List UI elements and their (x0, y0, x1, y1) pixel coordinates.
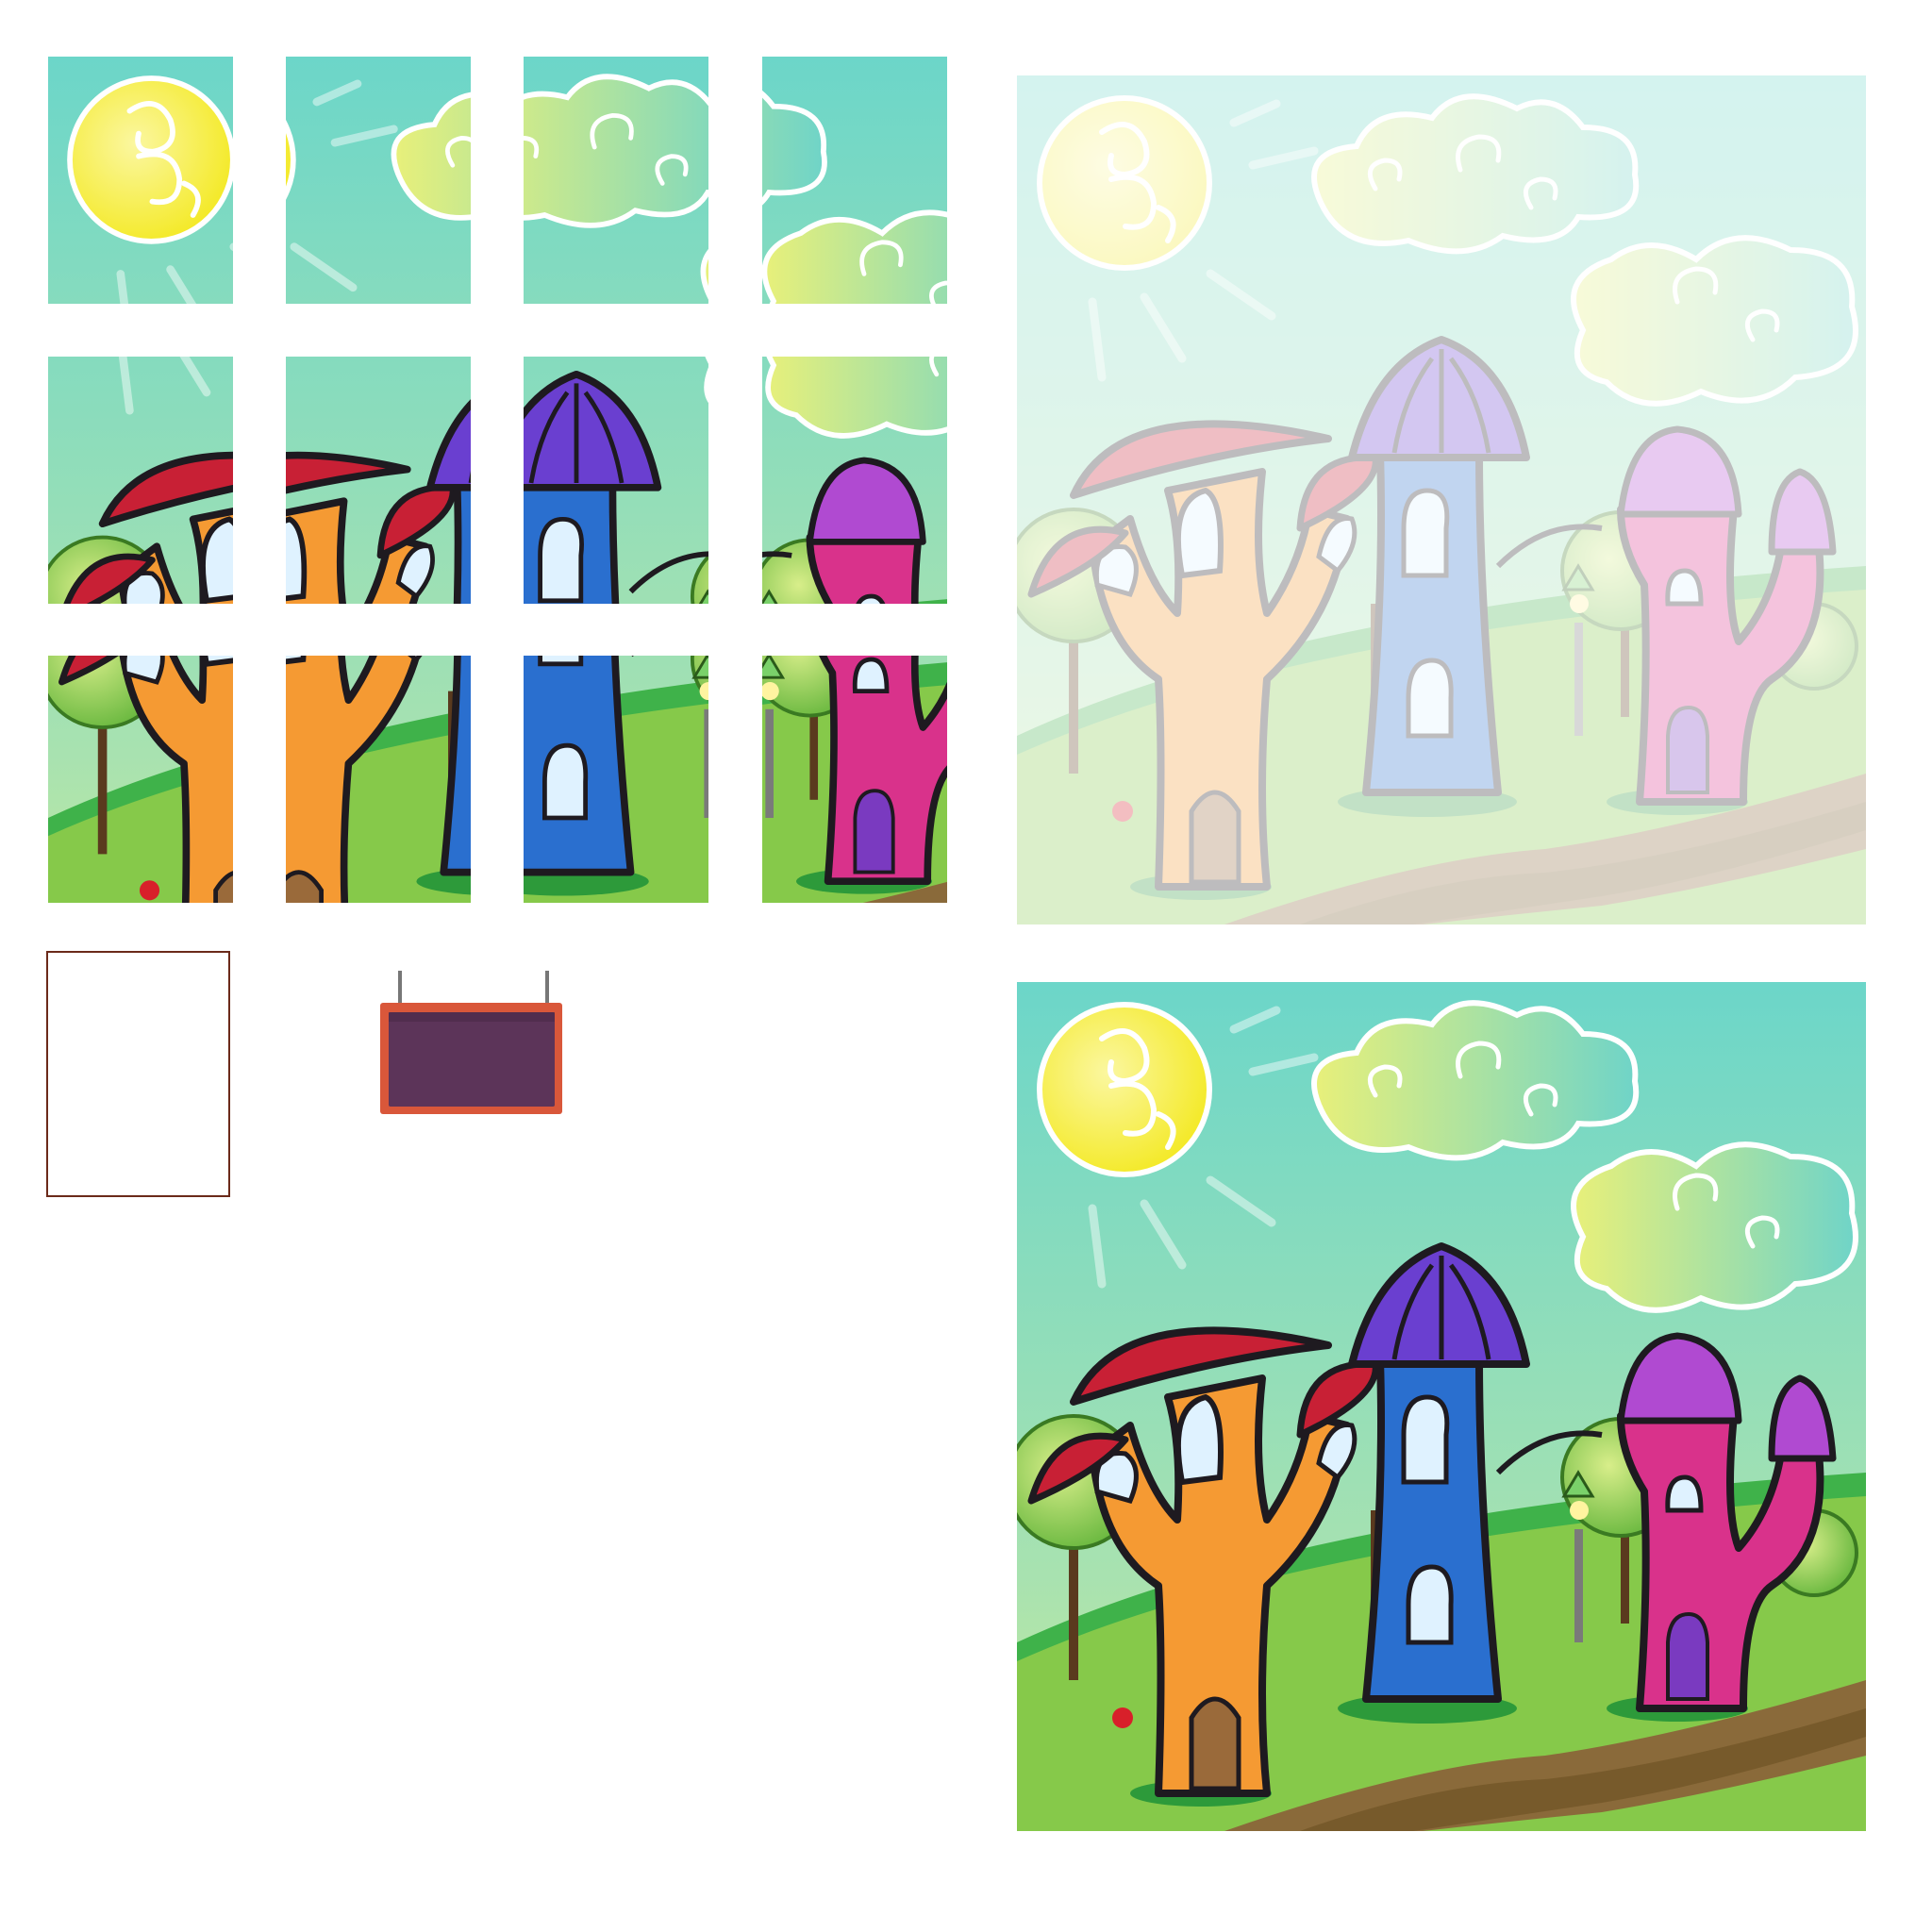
puzzle-tile-r3c1[interactable] (48, 656, 233, 903)
tile-image (286, 357, 471, 604)
puzzle-tile-r1c4[interactable] (762, 57, 947, 304)
tile-image (286, 656, 471, 903)
puzzle-tile-r2c1[interactable] (48, 357, 233, 604)
tile-image (762, 357, 947, 604)
tile-image (48, 357, 233, 604)
tile-image (48, 57, 233, 304)
tile-image (286, 57, 471, 304)
tile-image (524, 656, 708, 903)
puzzle-tile-r1c2[interactable] (286, 57, 471, 304)
puzzle-tile-r1c1[interactable] (48, 57, 233, 304)
ghost-veil (1017, 75, 1866, 924)
tile-image (762, 57, 947, 304)
scene-image (1017, 982, 1866, 1831)
puzzle-tile-r2c2[interactable] (286, 357, 471, 604)
puzzle-tile-r1c3[interactable] (524, 57, 708, 304)
ghost-guide-image[interactable] (1017, 75, 1866, 924)
tile-image (762, 656, 947, 903)
puzzle-tile-r2c4[interactable] (762, 357, 947, 604)
puzzle-tile-r3c4[interactable] (762, 656, 947, 903)
puzzle-tile-r2c3[interactable] (524, 357, 708, 604)
empty-tile-slot[interactable] (46, 951, 230, 1197)
tile-image (524, 357, 708, 604)
hanging-sign-button[interactable] (375, 969, 562, 1120)
sign-board-icon (380, 971, 562, 1114)
tile-image (524, 57, 708, 304)
reference-preview-image (1017, 982, 1866, 1831)
tile-image (48, 656, 233, 903)
puzzle-tile-r3c2[interactable] (286, 656, 471, 903)
puzzle-tile-r3c3[interactable] (524, 656, 708, 903)
